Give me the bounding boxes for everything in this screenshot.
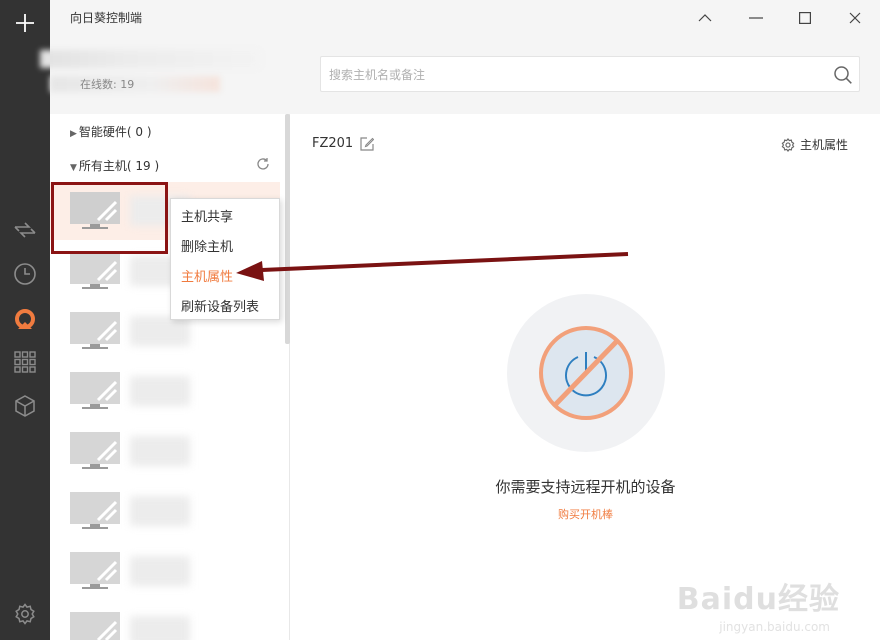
minimize-icon — [749, 17, 763, 19]
group-label: 智能硬件( 0 ) — [78, 125, 152, 139]
monitor-icon — [70, 372, 120, 409]
close-icon — [849, 12, 861, 24]
menu-item-refresh-device-list[interactable]: 刷新设备列表 — [171, 293, 279, 323]
selected-host-highlight — [51, 182, 168, 254]
buy-power-stick-link[interactable]: 购买开机棒 — [291, 506, 880, 522]
menu-item-share-host[interactable]: 主机共享 — [171, 203, 279, 233]
minimize-button[interactable] — [744, 6, 768, 30]
search-box[interactable] — [320, 56, 860, 92]
host-item[interactable] — [50, 362, 280, 420]
monitor-icon — [70, 252, 120, 289]
caret-right-icon: ▶ — [70, 129, 77, 139]
refresh-icon[interactable] — [256, 157, 270, 171]
monitor-icon — [70, 432, 120, 469]
remote-control-icon[interactable] — [10, 215, 40, 245]
host-name-blurred — [130, 496, 190, 526]
host-detail-pane: FZ201 主机属性 你需要支持远程开机的设备 购买开机棒 — [291, 114, 880, 640]
chevron-up-icon — [698, 14, 712, 22]
settings-icon[interactable] — [10, 599, 40, 629]
monitor-icon — [70, 312, 120, 349]
host-name-blurred — [130, 556, 190, 586]
maximize-button[interactable] — [793, 6, 817, 30]
collapse-button[interactable] — [693, 6, 717, 30]
window-title: 向日葵控制端 — [70, 11, 143, 25]
watermark-logo: Baidu经验 — [676, 582, 840, 617]
host-properties-button[interactable]: 主机属性 — [781, 136, 848, 153]
account-name-blurred — [40, 50, 260, 68]
host-item[interactable] — [50, 482, 280, 540]
scrollbar[interactable] — [285, 114, 290, 344]
power-disabled-icon — [539, 326, 633, 420]
plus-icon[interactable] — [10, 8, 40, 38]
empty-state-message: 你需要支持远程开机的设备 — [495, 478, 676, 496]
sunlogin-logo-icon[interactable] — [10, 305, 40, 335]
context-menu: 主机共享 删除主机 主机属性 刷新设备列表 — [170, 198, 280, 320]
host-item[interactable] — [50, 422, 280, 480]
maximize-icon — [799, 12, 811, 24]
apps-icon[interactable] — [10, 347, 40, 377]
no-device-illustration — [507, 294, 665, 452]
app-window: 向日葵控制端 在线数: 19 ▶智能硬件( 0 ) ▼所有主机( 19 ) — [0, 0, 880, 640]
close-button[interactable] — [843, 6, 867, 30]
menu-item-delete-host[interactable]: 删除主机 — [171, 233, 279, 263]
host-item[interactable] — [50, 602, 280, 640]
monitor-icon — [70, 612, 120, 640]
monitor-icon — [70, 492, 120, 529]
group-smart-hardware[interactable]: ▶ 智能硬件( 0 ) — [70, 123, 152, 140]
monitor-icon — [70, 552, 120, 589]
search-icon[interactable] — [833, 65, 853, 85]
host-name-blurred — [130, 436, 190, 466]
host-name-blurred — [130, 616, 190, 640]
host-name: FZ201 — [312, 136, 354, 151]
search-input[interactable] — [329, 65, 809, 85]
host-item[interactable] — [50, 542, 280, 600]
host-count-text: 在线数: 19 — [80, 78, 135, 91]
account-search-bar: 在线数: 19 — [40, 36, 880, 114]
host-name-blurred — [130, 376, 190, 406]
menu-item-host-properties[interactable]: 主机属性 — [171, 263, 279, 293]
edit-icon[interactable] — [360, 137, 374, 151]
host-properties-label: 主机属性 — [799, 138, 848, 152]
watermark-url: jingyan.baidu.com — [719, 620, 830, 634]
group-all-hosts[interactable]: ▼ 所有主机( 19 ) — [70, 157, 159, 174]
title-bar: 向日葵控制端 — [50, 0, 880, 36]
account-stats-blurred — [50, 76, 220, 92]
history-icon[interactable] — [10, 259, 40, 289]
cube-icon[interactable] — [10, 391, 40, 421]
group-label: 所有主机( 19 ) — [78, 159, 160, 173]
caret-down-icon: ▼ — [70, 163, 77, 173]
left-rail — [0, 0, 50, 640]
gear-icon — [781, 137, 795, 152]
